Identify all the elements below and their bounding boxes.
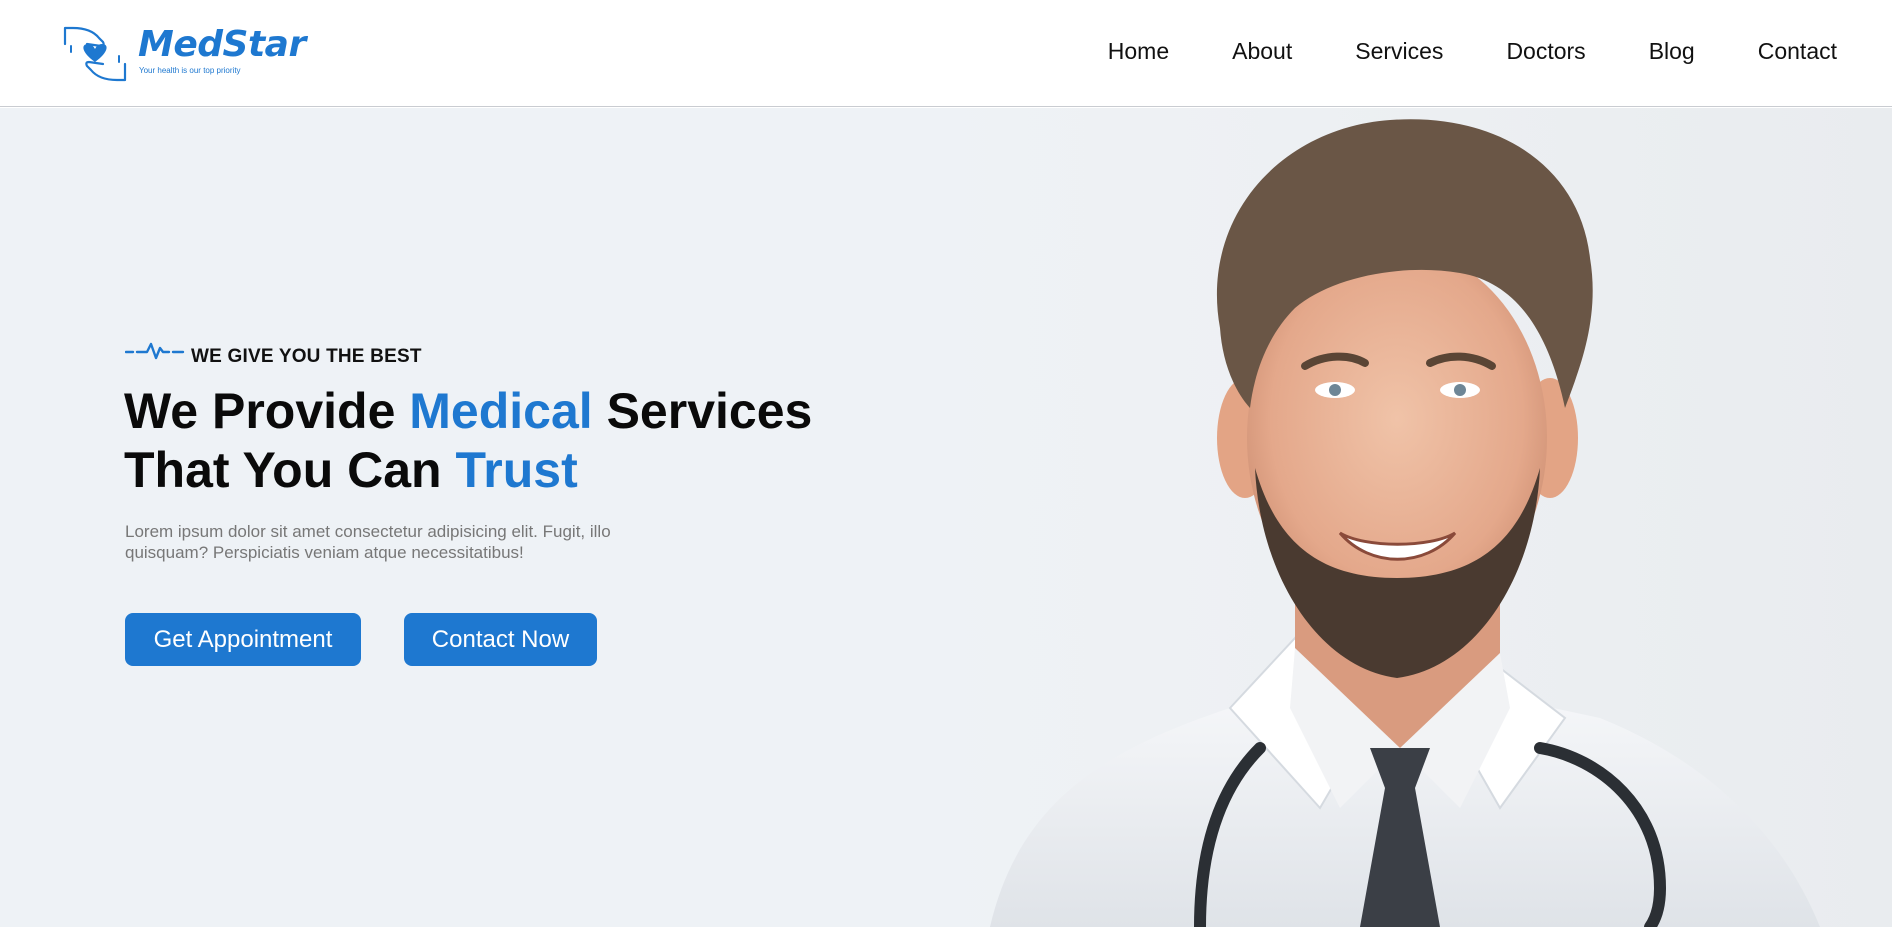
nav-home[interactable]: Home [1108, 37, 1169, 67]
brand-name: MedStar [138, 24, 306, 65]
eyebrow-text: WE GIVE YOU THE BEST [191, 346, 422, 367]
get-appointment-button[interactable]: Get Appointment [125, 613, 361, 666]
hero-title: We Provide Medical Services That You Can… [124, 382, 884, 500]
heartbeat-pulse-icon [125, 342, 185, 360]
title-accent-medical: Medical [409, 383, 593, 439]
logo[interactable]: MedStar Your health is our top priority [63, 24, 323, 84]
contact-now-button[interactable]: Contact Now [404, 613, 597, 666]
site-header: MedStar Your health is our top priority … [0, 0, 1892, 107]
caring-hands-heart-icon [63, 26, 127, 82]
brand-tagline: Your health is our top priority [139, 66, 241, 75]
title-part-3: That You Can [124, 442, 456, 498]
nav-about[interactable]: About [1232, 37, 1292, 67]
hero-description: Lorem ipsum dolor sit amet consectetur a… [125, 522, 611, 562]
title-part-1: We Provide [124, 383, 410, 439]
nav-doctors[interactable]: Doctors [1506, 37, 1585, 67]
nav-contact[interactable]: Contact [1758, 37, 1837, 67]
nav-blog[interactable]: Blog [1649, 37, 1695, 67]
main-nav: Home About Services Doctors Blog Contact [1108, 37, 1837, 67]
nav-services[interactable]: Services [1355, 37, 1443, 67]
title-part-2: Services [592, 383, 813, 439]
title-accent-trust: Trust [455, 442, 578, 498]
doctor-photo [900, 108, 1892, 927]
hero-section: WE GIVE YOU THE BEST We Provide Medical … [0, 108, 1892, 927]
